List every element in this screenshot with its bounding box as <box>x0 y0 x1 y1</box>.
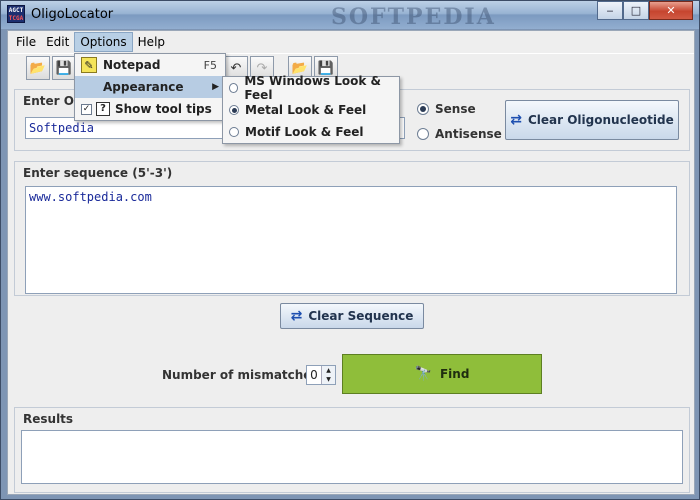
close-button[interactable]: ✕ <box>649 1 693 20</box>
results-panel: Results <box>14 407 690 493</box>
spinner-down-icon[interactable]: ▼ <box>322 375 335 384</box>
sequence-panel-title: Enter sequence (5'-3') <box>23 166 173 180</box>
client-area: File Edit Options Help 📂 💾 ↶ ↷ 📂 💾 Enter… <box>7 30 695 495</box>
menu-item-notepad[interactable]: ✎ Notepad F5 <box>75 54 225 76</box>
metal-radio[interactable] <box>229 105 239 115</box>
menu-item-metal-laf[interactable]: Metal Look & Feel <box>223 99 399 121</box>
sense-label: Sense <box>435 102 476 116</box>
oligo-panel-title: Enter Ol <box>23 94 79 108</box>
oligo-app-icon: AGCT TCGA <box>7 5 25 23</box>
results-textarea[interactable] <box>21 430 683 484</box>
floppy-save-icon: 💾 <box>55 60 73 76</box>
swap-arrows-icon: ⇄ <box>510 112 522 128</box>
ms-windows-radio[interactable] <box>229 83 239 93</box>
menu-bar: File Edit Options Help <box>8 31 694 53</box>
undo-icon: ↶ <box>230 60 242 76</box>
folder-open-icon: 📂 <box>29 60 47 76</box>
notepad-accelerator: F5 <box>203 58 217 72</box>
appearance-submenu: MS Windows Look & Feel Metal Look & Feel… <box>222 74 400 144</box>
help-question-icon: ? <box>96 102 110 116</box>
options-menu: ✎ Notepad F5 Appearance ▶ ✓ ? Show tool … <box>74 53 226 121</box>
clear-oligonucleotide-button[interactable]: ⇄ Clear Oligonucleotide <box>505 100 679 140</box>
clear-sequence-label: Clear Sequence <box>308 309 414 323</box>
motif-label: Motif Look & Feel <box>245 125 364 139</box>
motif-radio[interactable] <box>229 127 239 137</box>
clear-oligonucleotide-label: Clear Oligonucleotide <box>527 113 674 127</box>
submenu-arrow-icon: ▶ <box>212 82 219 92</box>
antisense-label: Antisense <box>435 127 502 141</box>
window-title: OligoLocator <box>31 7 114 22</box>
open-file-button[interactable]: 📂 <box>26 56 50 80</box>
notepad-label: Notepad <box>103 58 161 72</box>
application-window: AGCT TCGA OligoLocator SOFTPEDIA ‒ □ ✕ F… <box>0 0 700 500</box>
antisense-radio-button[interactable] <box>417 128 429 140</box>
menu-help[interactable]: Help <box>133 33 170 51</box>
ms-windows-label: MS Windows Look & Feel <box>244 74 381 102</box>
title-bar[interactable]: AGCT TCGA OligoLocator SOFTPEDIA ‒ □ ✕ <box>1 1 699 30</box>
metal-label: Metal Look & Feel <box>245 103 367 117</box>
menu-options[interactable]: Options <box>74 32 133 52</box>
watermark-text: SOFTPEDIA <box>331 4 496 30</box>
sequence-textarea[interactable]: www.softpedia.com <box>25 186 677 294</box>
sequence-panel: Enter sequence (5'-3') www.softpedia.com <box>14 161 690 296</box>
find-label: Find <box>439 367 470 381</box>
appearance-label: Appearance <box>103 80 184 94</box>
mismatches-spinner[interactable]: 0 ▲ ▼ <box>306 365 336 385</box>
results-title: Results <box>23 412 74 426</box>
menu-item-appearance[interactable]: Appearance ▶ <box>75 76 225 98</box>
notepad-icon: ✎ <box>81 57 97 73</box>
menu-item-show-tooltips[interactable]: ✓ ? Show tool tips <box>75 98 225 120</box>
antisense-radio[interactable]: Antisense <box>417 127 502 141</box>
sense-radio-button[interactable] <box>417 103 429 115</box>
menu-edit[interactable]: Edit <box>41 33 74 51</box>
swap-arrows-icon: ⇄ <box>290 308 303 324</box>
menu-item-motif-laf[interactable]: Motif Look & Feel <box>223 121 399 143</box>
clear-sequence-button[interactable]: ⇄ Clear Sequence <box>280 303 424 329</box>
maximize-button[interactable]: □ <box>623 1 649 20</box>
show-tooltips-label: Show tool tips <box>115 102 212 116</box>
binoculars-icon: 🔭 <box>414 366 432 382</box>
save-file-button[interactable]: 💾 <box>52 56 76 80</box>
mismatches-label: Number of mismatches: <box>162 368 324 382</box>
tooltips-checkbox[interactable]: ✓ <box>81 103 92 115</box>
sense-radio[interactable]: Sense <box>417 102 476 116</box>
menu-file[interactable]: File <box>11 33 41 51</box>
menu-item-ms-windows-laf[interactable]: MS Windows Look & Feel <box>223 74 399 102</box>
spinner-up-icon[interactable]: ▲ <box>322 366 335 375</box>
find-button[interactable]: 🔭 Find <box>342 354 542 394</box>
minimize-button[interactable]: ‒ <box>597 1 623 20</box>
mismatches-value[interactable]: 0 <box>307 366 321 384</box>
